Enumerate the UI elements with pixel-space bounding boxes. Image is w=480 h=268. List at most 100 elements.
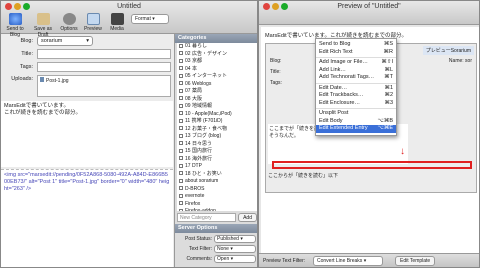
category-checkbox[interactable] (179, 51, 183, 56)
category-item[interactable]: 02 広告・デザイン (177, 51, 257, 59)
category-checkbox[interactable] (179, 43, 183, 48)
category-checkbox[interactable] (179, 66, 183, 71)
menu-item[interactable]: Edit Rich Text ⌘R (316, 49, 396, 57)
menu-item-shortcut: ⌘T (384, 74, 393, 80)
category-checkbox[interactable] (179, 126, 183, 131)
format-menu[interactable]: Format ▾ (131, 14, 169, 24)
menu-item[interactable]: Edit Extended Entry ⌥⌘E (316, 125, 396, 133)
category-checkbox[interactable] (179, 201, 183, 206)
category-checkbox[interactable] (179, 96, 183, 101)
category-item[interactable]: 15 国内旅行 (177, 148, 257, 156)
category-item[interactable]: 03 京都 (177, 58, 257, 66)
title-input[interactable] (37, 49, 171, 59)
preview-filter-value: Convert Line Breaks (317, 258, 363, 264)
category-item[interactable]: 01 暮らし (177, 43, 257, 51)
category-label: 03 京都 (185, 58, 202, 64)
menu-item[interactable]: Add Image or File… ⌘⇧I (316, 59, 396, 67)
menu-item[interactable]: Send to Blog ⌘S (316, 41, 396, 49)
category-checkbox[interactable] (179, 118, 183, 123)
category-item[interactable]: 05 インターネット (177, 73, 257, 81)
category-item[interactable]: 16 海外旅行 (177, 156, 257, 164)
category-item[interactable]: 09 地域情報 (177, 103, 257, 111)
menu-item[interactable]: Edit Enclosure… ⌘3 (316, 100, 396, 108)
menu-item[interactable]: Edit Date… ⌘1 (316, 85, 396, 93)
send-to-blog-button[interactable]: Send to Blog (3, 13, 27, 38)
menu-item[interactable]: Edit Trackbacks… ⌘2 (316, 92, 396, 100)
category-item[interactable]: 08 大阪 (177, 96, 257, 104)
category-checkbox[interactable] (179, 178, 183, 183)
category-item[interactable]: 06 Weblogs (177, 81, 257, 89)
category-item[interactable]: 10 - Apple(Mac,iPod) (177, 111, 257, 119)
save-as-draft-button[interactable]: Save as Draft (31, 13, 55, 38)
preview-label: Preview (84, 26, 102, 32)
add-category-button[interactable]: Add (238, 213, 257, 222)
category-label: 08 大阪 (185, 95, 202, 102)
menu-item-label: Edit Body (319, 117, 343, 124)
category-checkbox[interactable] (179, 148, 183, 153)
category-checkbox[interactable] (179, 186, 183, 191)
menu-item[interactable]: Add Link… ⌘L (316, 67, 396, 75)
category-checkbox[interactable] (179, 193, 183, 198)
category-item[interactable]: 11 携帯 (F701iD) (177, 118, 257, 126)
tags-label: Tags: (19, 64, 33, 70)
new-category-input[interactable]: New Category (177, 213, 237, 222)
uploads-list[interactable]: Post-1.jpg (37, 75, 171, 97)
title-label: Title: (21, 51, 33, 57)
post-status-value: Published (217, 236, 239, 242)
category-label: 15 国内旅行 (185, 148, 212, 154)
body-editor[interactable]: MarsEditで書いています。 これが続きを読むまでの部分。 (1, 101, 173, 167)
options-button[interactable]: Options (57, 13, 81, 32)
category-label: Firefox-addon (185, 208, 216, 211)
category-item[interactable]: 18 ひと・お笑い (177, 171, 257, 179)
preview-filter-select[interactable]: Convert Line Breaks ▾ (313, 256, 383, 266)
category-item[interactable]: 07 薬局 (177, 88, 257, 96)
extended-entry-editor[interactable]: <img src="marsedit://pending/0F52A868-50… (1, 169, 173, 267)
category-label: 01 暮らし (185, 43, 207, 49)
category-checkbox[interactable] (179, 111, 183, 116)
editor-toolbar: Untitled Send to Blog Save as Draft Opti… (1, 1, 257, 38)
category-checkbox[interactable] (179, 163, 183, 168)
category-checkbox[interactable] (179, 88, 183, 93)
upload-item[interactable]: Post-1.jpg (38, 76, 170, 85)
text-filter-select[interactable]: None ▾ (214, 245, 256, 253)
category-label: 09 地域情報 (185, 103, 212, 109)
category-item[interactable]: 13 ブログ (blog) (177, 133, 257, 141)
category-checkbox[interactable] (179, 133, 183, 138)
tags-input[interactable] (37, 62, 171, 72)
category-item[interactable]: 17 DTP (177, 163, 257, 171)
menu-item-shortcut: ⌘⇧I (381, 59, 393, 65)
menu-item[interactable]: Add Technorati Tags… ⌘T (316, 74, 396, 82)
category-item[interactable]: Firefox (177, 201, 257, 209)
media-button[interactable]: Media (105, 13, 129, 32)
comments-select[interactable]: Open ▾ (214, 255, 256, 263)
post-status-select[interactable]: Published ▾ (214, 235, 256, 243)
inner-body-3: ここからが「続きを読む」以下 (268, 173, 339, 179)
menu-item[interactable]: Unsplit Post (316, 110, 396, 118)
blog-select[interactable]: sorarium ▾ (37, 36, 93, 46)
category-item[interactable]: 04 本 (177, 66, 257, 74)
category-checkbox[interactable] (179, 103, 183, 108)
menu-item-shortcut: ⌘3 (384, 99, 393, 106)
category-item[interactable]: Firefox-addon (177, 208, 257, 211)
category-item[interactable]: 14 日々思う (177, 141, 257, 149)
category-checkbox[interactable] (179, 81, 183, 86)
category-checkbox[interactable] (179, 58, 183, 63)
category-item[interactable]: evernote (177, 193, 257, 201)
menu-item[interactable]: Edit Body ⌥⌘B (316, 118, 396, 126)
category-item[interactable]: about sorarium (177, 178, 257, 186)
send-icon (8, 13, 22, 25)
categories-header: Categories (175, 34, 257, 43)
category-checkbox[interactable] (179, 156, 183, 161)
category-checkbox[interactable] (179, 73, 183, 78)
menu-item-label: Add Image or File… (319, 59, 368, 65)
preview-button[interactable]: Preview (81, 13, 105, 32)
category-checkbox[interactable] (179, 208, 183, 211)
category-item[interactable]: D-BROS (177, 186, 257, 194)
category-list[interactable]: 01 暮らし 02 広告・デザイン 03 京都 04 本 05 インターネット 06 We… (177, 43, 257, 211)
category-checkbox[interactable] (179, 171, 183, 176)
media-label: Media (110, 26, 124, 32)
category-label: 07 薬局 (185, 88, 202, 94)
edit-template-button[interactable]: Edit Template (395, 256, 436, 266)
category-item[interactable]: 12 お菓子・食べ物 (177, 126, 257, 134)
category-checkbox[interactable] (179, 141, 183, 146)
